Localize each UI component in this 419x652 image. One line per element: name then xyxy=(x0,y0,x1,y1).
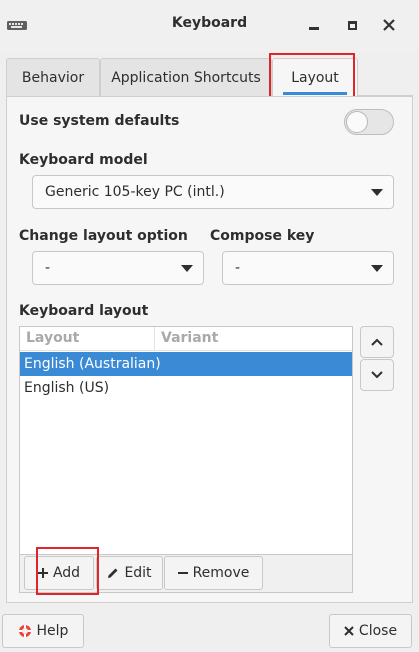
tab-bar: Behavior Application Shortcuts Layout xyxy=(6,58,413,96)
layout-panel: Use system defaults Keyboard model Gener… xyxy=(6,96,413,603)
close-icon xyxy=(344,626,354,636)
close-button-label: Close xyxy=(358,623,398,639)
dropdown-arrow-icon xyxy=(181,265,193,272)
tab-layout[interactable]: Layout xyxy=(272,58,358,96)
close-window-button[interactable] xyxy=(380,16,398,34)
keyboard-layout-label: Keyboard layout xyxy=(19,303,149,319)
close-icon xyxy=(383,19,395,31)
maximize-button[interactable] xyxy=(343,16,361,34)
chevron-down-icon xyxy=(371,371,383,379)
use-system-defaults-toggle[interactable] xyxy=(344,109,394,135)
keyboard-model-label: Keyboard model xyxy=(19,152,148,168)
lifebuoy-icon xyxy=(18,625,31,637)
list-item[interactable]: English (US) xyxy=(20,376,352,400)
change-layout-option-dropdown[interactable]: - xyxy=(32,251,204,285)
add-button-label: Add xyxy=(52,565,81,581)
tab-application-shortcuts[interactable]: Application Shortcuts xyxy=(100,58,272,96)
use-system-defaults-label: Use system defaults xyxy=(19,113,180,129)
column-separator xyxy=(154,327,155,351)
move-up-button[interactable] xyxy=(360,326,394,358)
edit-button-label: Edit xyxy=(124,565,152,581)
keyboard-model-dropdown[interactable]: Generic 105-key PC (intl.) xyxy=(32,175,394,209)
keyboard-model-value: Generic 105-key PC (intl.) xyxy=(45,184,225,200)
column-header-layout[interactable]: Layout xyxy=(26,330,79,346)
list-item[interactable]: English (Australian) xyxy=(20,352,352,376)
toggle-knob xyxy=(346,111,368,133)
minimize-icon xyxy=(309,26,319,30)
plus-icon xyxy=(37,568,48,578)
compose-key-dropdown[interactable]: - xyxy=(222,251,394,285)
change-layout-option-label: Change layout option xyxy=(19,228,188,244)
keyboard-layout-list: Layout Variant English (Australian) Engl… xyxy=(19,326,353,555)
dropdown-arrow-icon xyxy=(371,189,383,196)
chevron-up-icon xyxy=(371,338,383,346)
edit-button[interactable]: Edit xyxy=(96,556,163,590)
layout-name: English (Australian) xyxy=(24,356,161,372)
pencil-icon xyxy=(108,568,118,578)
tab-layout-label: Layout xyxy=(291,69,339,86)
help-button[interactable]: Help xyxy=(2,614,84,648)
minimize-button[interactable] xyxy=(305,16,323,34)
column-header-variant[interactable]: Variant xyxy=(161,330,218,346)
move-down-button[interactable] xyxy=(360,359,394,391)
tab-bar-filler xyxy=(358,58,413,96)
add-button[interactable]: Add xyxy=(24,556,94,590)
maximize-icon xyxy=(347,20,357,30)
change-layout-option-value: - xyxy=(45,260,51,276)
remove-button-label: Remove xyxy=(192,565,250,581)
remove-button[interactable]: Remove xyxy=(164,556,263,590)
minus-icon xyxy=(177,572,188,574)
close-button[interactable]: Close xyxy=(329,614,412,648)
compose-key-label: Compose key xyxy=(210,228,315,244)
list-header: Layout Variant xyxy=(20,327,352,351)
active-tab-indicator xyxy=(283,92,347,95)
layout-name: English (US) xyxy=(24,380,110,396)
title-bar: Keyboard xyxy=(0,0,419,52)
tab-behavior[interactable]: Behavior xyxy=(6,58,100,96)
help-button-label: Help xyxy=(36,623,69,639)
dropdown-arrow-icon xyxy=(371,265,383,272)
compose-key-value: - xyxy=(235,260,241,276)
